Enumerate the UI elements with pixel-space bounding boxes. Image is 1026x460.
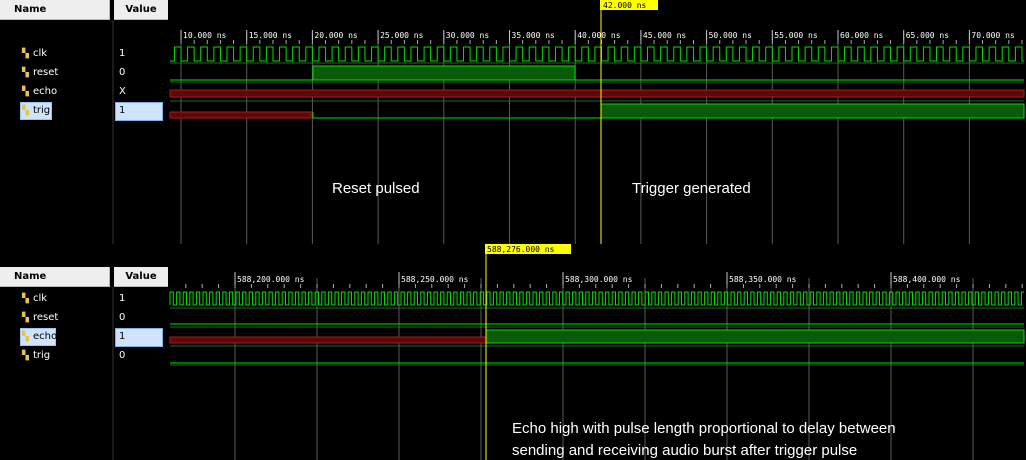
tick-label: 588,200.000 ns: [237, 275, 305, 284]
tick-label: 20.000 ns: [314, 31, 358, 40]
tick-label: 10.000 ns: [183, 31, 227, 40]
wave-echo-high: [485, 329, 1025, 344]
annotation-trigger: Trigger generated: [632, 180, 751, 197]
cursor-label: 588,276.000 ns: [487, 245, 555, 254]
tick-label: 588,400.000 ns: [893, 275, 961, 284]
tick-label: 588,350.000 ns: [729, 275, 797, 284]
waveform-pane-top: Name Value ▚ clk 1 ▚ reset 0 ▚ echo X ▚ …: [0, 0, 1026, 244]
annotation-reset: Reset pulsed: [332, 180, 420, 197]
annotation-echo-line2: sending and receiving audio burst after …: [512, 442, 858, 459]
tick-label: 30.000 ns: [446, 31, 490, 40]
tick-label: 45.000 ns: [643, 31, 687, 40]
wave-echo-undefined: [169, 89, 1025, 98]
wave-clk: [170, 46, 1024, 62]
tick-label: 588,300.000 ns: [565, 275, 633, 284]
tick-label: 65.000 ns: [906, 31, 950, 40]
annotation-echo-line1: Echo high with pulse length proportional…: [512, 420, 896, 437]
cursor-label: 42.000 ns: [603, 1, 647, 10]
tick-label: 70.000 ns: [971, 31, 1015, 40]
tick-label: 40.000 ns: [577, 31, 621, 40]
tick-label: 35.000 ns: [512, 31, 556, 40]
wave-clk: [169, 291, 1024, 306]
wave-echo-undefined: [169, 336, 487, 344]
grid-lines: [170, 33, 1024, 244]
wave-reset-high: [312, 65, 576, 81]
tick-label: 25.000 ns: [380, 31, 424, 40]
tick-label: 15.000 ns: [249, 31, 293, 40]
waveform-canvas[interactable]: 10.000 ns 15.000 ns 20.000 ns 25.000 ns 30.0…: [0, 0, 1026, 244]
wave-trig-undefined: [169, 111, 312, 119]
tick-label: 60.000 ns: [840, 31, 884, 40]
time-ruler: 588,200.000 ns 588,250.000 ns 588,300.000 …: [185, 272, 1023, 288]
tick-label: 588,250.000 ns: [401, 275, 469, 284]
tick-label: 55.000 ns: [774, 31, 818, 40]
tick-label: 50.000 ns: [709, 31, 753, 40]
waveform-pane-bottom: Name Value ▚ clk 1 ▚ reset 0 ▚ echo 1 ▚ …: [0, 244, 1026, 460]
wave-trig-high: [600, 103, 1025, 119]
